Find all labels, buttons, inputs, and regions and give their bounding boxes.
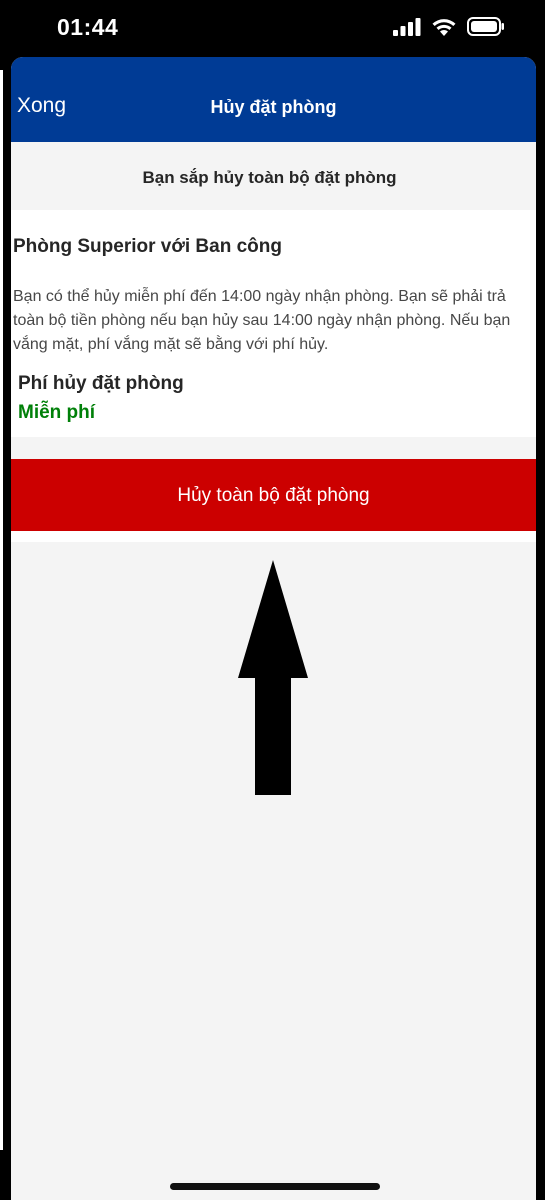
cellular-signal-icon: [393, 17, 421, 36]
notice-text: Bạn sắp hủy toàn bộ đặt phòng: [142, 168, 397, 187]
status-bar: 01:44: [0, 0, 545, 58]
device-edge: [0, 70, 3, 1150]
cancellation-policy-text: Bạn có thể hủy miễn phí đến 14:00 ngày n…: [13, 288, 511, 353]
up-arrow-icon: [238, 560, 308, 795]
cancellation-fee-value: Miễn phí: [18, 402, 96, 423]
page-title: Hủy đặt phòng: [210, 97, 337, 117]
battery-icon: [467, 17, 504, 36]
done-button[interactable]: Xong: [17, 94, 66, 118]
notice-banner: Bạn sắp hủy toàn bộ đặt phòng: [11, 142, 536, 210]
cancel-all-bookings-button[interactable]: Hủy toàn bộ đặt phòng: [11, 459, 536, 531]
home-indicator[interactable]: [170, 1183, 380, 1190]
status-icons: [393, 17, 505, 36]
navigation-bar: Xong Hủy đặt phòng: [11, 57, 536, 142]
room-card: Phòng Superior với Ban công Bạn có thể h…: [11, 210, 536, 437]
cancel-booking-sheet: Xong Hủy đặt phòng Bạn sắp hủy toàn bộ đ…: [11, 57, 536, 1200]
phone-screen: 01:44 Xong Hủy đặt phòng Bạn sắp hủy toà…: [0, 0, 545, 1200]
status-time: 01:44: [57, 14, 119, 40]
room-title: Phòng Superior với Ban công: [13, 236, 282, 257]
cancellation-fee-label: Phí hủy đặt phòng: [18, 373, 184, 394]
cancel-action-area: Hủy toàn bộ đặt phòng: [11, 459, 536, 542]
wifi-icon: [432, 19, 456, 36]
